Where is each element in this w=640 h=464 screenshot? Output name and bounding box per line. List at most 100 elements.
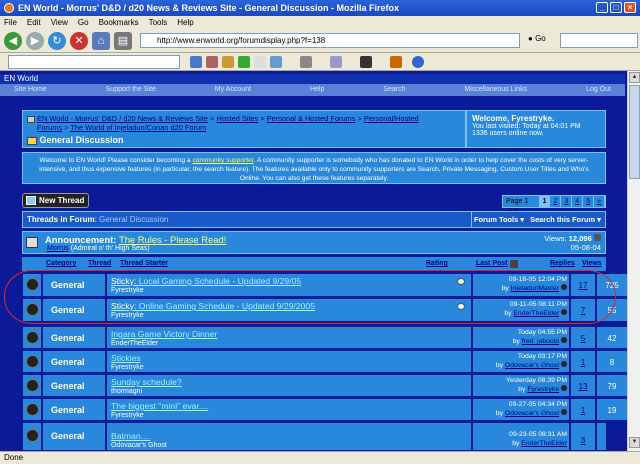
- nav-help[interactable]: Help: [310, 84, 324, 96]
- scroll-down-icon[interactable]: ▼: [629, 437, 640, 448]
- thread-status-icon: [26, 379, 39, 392]
- announcement-row: Announcement: The Rules - Please Read! M…: [22, 231, 606, 254]
- col-thread-starter[interactable]: Thread Starter: [120, 260, 168, 267]
- thread-title[interactable]: The biggest "mini" evar....: [111, 401, 208, 411]
- menu-edit[interactable]: Edit: [27, 18, 41, 27]
- thread-title[interactable]: Batman....: [111, 431, 150, 441]
- thread-title[interactable]: Stickies: [111, 353, 141, 363]
- crumb-home[interactable]: EN World - Morrus' D&D / d20 News & Revi…: [37, 114, 208, 123]
- address-bar[interactable]: http://www.enworld.org/forumdisplay.php?…: [140, 33, 520, 48]
- thread-title[interactable]: Sunday schedule?: [111, 377, 182, 387]
- announcement-go-icon[interactable]: [594, 234, 601, 241]
- tool-icon[interactable]: [390, 56, 402, 68]
- page-next[interactable]: »: [594, 196, 605, 207]
- sort-icon[interactable]: [510, 260, 518, 268]
- mail-icon[interactable]: [270, 56, 282, 68]
- goto-last-post-icon[interactable]: [561, 409, 567, 415]
- crumb-personal-hosted-2[interactable]: Personal/Hosted: [364, 114, 419, 123]
- menu-go[interactable]: Go: [78, 18, 89, 27]
- crumb-injeladun[interactable]: The World of Injeladun/Conan d20 Forum: [70, 123, 206, 132]
- col-views[interactable]: Views: [582, 260, 602, 267]
- col-last-post[interactable]: Last Post: [476, 260, 508, 267]
- thread-row: General Batman.... Odovacar's Ghost 09-2…: [22, 422, 606, 451]
- menu-file[interactable]: File: [4, 18, 17, 27]
- graduation-icon[interactable]: [360, 56, 372, 68]
- goto-last-post-icon[interactable]: [561, 337, 567, 343]
- print-icon[interactable]: ▤: [114, 31, 132, 50]
- menu-help[interactable]: Help: [177, 18, 193, 27]
- menu-tools[interactable]: Tools: [149, 18, 168, 27]
- announcement-title[interactable]: The Rules - Please Read!: [119, 234, 226, 245]
- google-icon[interactable]: [190, 56, 202, 68]
- nav-site-home[interactable]: Site Home: [14, 84, 47, 96]
- home-icon[interactable]: ⌂: [92, 31, 110, 50]
- go-button[interactable]: ● Go: [528, 34, 546, 43]
- forward-icon[interactable]: ▶: [26, 31, 44, 50]
- vertical-scrollbar[interactable]: ▲ ▼: [627, 71, 640, 451]
- by-label: by: [518, 386, 526, 393]
- announcement-author[interactable]: Morrus: [47, 245, 69, 252]
- menu-view[interactable]: View: [51, 18, 68, 27]
- last-poster[interactable]: fred_jaboobi: [522, 338, 559, 345]
- nav-my-account[interactable]: My Account: [215, 84, 251, 96]
- last-poster[interactable]: Odovacar's Ghost: [505, 410, 559, 417]
- search-input[interactable]: [560, 33, 638, 48]
- page-1[interactable]: 1: [539, 196, 551, 207]
- page-4[interactable]: 4: [572, 196, 584, 207]
- page-icon[interactable]: [206, 56, 218, 68]
- community-supporter-link[interactable]: community supporter: [192, 157, 253, 164]
- nav-misc-links[interactable]: Miscellaneous Links: [464, 84, 527, 96]
- crumb-forums[interactable]: Forums: [37, 123, 62, 132]
- replies-count[interactable]: 5: [581, 334, 585, 343]
- close-window-button[interactable]: ×: [624, 2, 636, 13]
- announcement-author-title: (Admiral o' th' High Seas): [70, 245, 150, 252]
- stop-icon[interactable]: ✕: [70, 31, 88, 50]
- toolbar-search-select[interactable]: [8, 55, 180, 69]
- replies-count[interactable]: 13: [579, 382, 588, 391]
- nav-support[interactable]: Support the Site: [106, 84, 156, 96]
- goto-last-post-icon[interactable]: [561, 385, 567, 391]
- last-poster[interactable]: EnderTheElder: [521, 440, 567, 447]
- last-post-date: Today 03:17 PM: [517, 353, 567, 360]
- maximize-button[interactable]: □: [610, 2, 622, 13]
- thread-status-icon: [26, 355, 39, 368]
- info-icon[interactable]: [412, 56, 424, 68]
- thread-starter: Fyrestryke: [111, 412, 144, 419]
- last-poster[interactable]: Odovacar's Ghost: [505, 362, 559, 369]
- new-thread-button[interactable]: New Thread: [22, 193, 89, 208]
- replies-count[interactable]: 1: [581, 406, 585, 415]
- zoom-icon[interactable]: [300, 56, 312, 68]
- page-5[interactable]: 5: [583, 196, 595, 207]
- col-category[interactable]: Category: [46, 260, 76, 267]
- page-2[interactable]: 2: [550, 196, 562, 207]
- crumb-personal-hosted[interactable]: Personal & Hosted Forums: [267, 114, 356, 123]
- page-title: General Discussion: [39, 135, 124, 145]
- chat-icon[interactable]: [254, 56, 266, 68]
- reload-icon[interactable]: ↻: [48, 31, 66, 50]
- col-rating[interactable]: Rating: [426, 260, 448, 267]
- nav-log-out[interactable]: Log Out: [586, 84, 611, 96]
- last-poster[interactable]: Fyrestryke: [527, 386, 559, 393]
- thread-title[interactable]: Ingara Game Victory Dinner: [111, 329, 217, 339]
- bookmark-icon[interactable]: [330, 56, 342, 68]
- replies-count[interactable]: 1: [581, 358, 585, 367]
- goto-last-post-icon[interactable]: [561, 361, 567, 367]
- nav-search[interactable]: Search: [383, 84, 405, 96]
- thread-row: General Sunday schedule? thormagni Yeste…: [22, 374, 628, 397]
- minimize-button[interactable]: _: [596, 2, 608, 13]
- scroll-thumb[interactable]: [629, 85, 640, 179]
- replies-count[interactable]: 3: [581, 436, 585, 445]
- col-replies[interactable]: Replies: [550, 260, 575, 267]
- page-3[interactable]: 3: [561, 196, 573, 207]
- scroll-up-icon[interactable]: ▲: [629, 72, 640, 83]
- col-thread[interactable]: Thread: [88, 260, 111, 267]
- highlight-icon[interactable]: [222, 56, 234, 68]
- clover-icon[interactable]: [238, 56, 250, 68]
- extension-toolbar: [0, 53, 640, 71]
- menu-bookmarks[interactable]: Bookmarks: [99, 18, 139, 27]
- notice-text-pre: Welcome to EN World! Please consider bec…: [39, 157, 193, 164]
- crumb-hosted-sites[interactable]: Hosted Sites: [216, 114, 258, 123]
- forum-tools-menu[interactable]: Forum Tools: [474, 215, 518, 224]
- search-forum-menu[interactable]: Search this Forum: [530, 215, 595, 224]
- back-icon[interactable]: ◀: [4, 31, 22, 50]
